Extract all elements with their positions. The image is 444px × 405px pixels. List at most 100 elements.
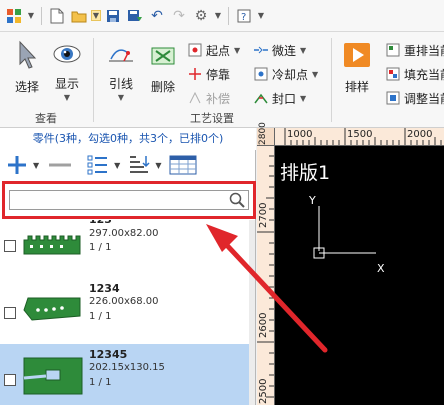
- compensate-label: 补偿: [206, 91, 231, 106]
- search-icon[interactable]: [229, 192, 245, 208]
- new-file-icon[interactable]: [47, 5, 67, 27]
- display-label: 显示: [54, 77, 79, 91]
- part-name: 123: [89, 220, 112, 226]
- cooling-point-label: 冷却点: [272, 67, 309, 82]
- seal-label: 封口: [272, 91, 297, 106]
- layout-sheet-title: 排版1: [280, 162, 331, 184]
- h-ruler-label: 2000: [407, 129, 433, 140]
- redo-icon[interactable]: ↷: [169, 5, 189, 27]
- stop-crosshair-icon: [186, 66, 204, 82]
- cooling-point-dropdown-icon[interactable]: ▼: [312, 70, 318, 79]
- select-label: 选择: [14, 80, 39, 94]
- start-point-button[interactable]: 起点 ▼: [186, 40, 240, 60]
- select-button[interactable]: 选择: [6, 38, 48, 102]
- remove-part-icon[interactable]: [47, 152, 73, 178]
- layout-button[interactable]: 排样: [336, 38, 378, 102]
- part-thumbnail: [23, 297, 81, 321]
- delete-label: 删除: [150, 80, 175, 94]
- save-icon[interactable]: [103, 5, 123, 27]
- sort-icon[interactable]: [128, 152, 150, 178]
- display-dropdown-icon[interactable]: ▼: [64, 93, 70, 102]
- lead-in-button[interactable]: 引线 ▼: [100, 38, 142, 102]
- parts-summary: 零件(3种，勾选0种，共3个，已排0个): [0, 128, 256, 150]
- open-folder-icon[interactable]: [69, 5, 89, 27]
- part-name: 1234: [89, 282, 120, 295]
- parts-list-scrollbar[interactable]: [249, 220, 255, 405]
- list-item[interactable]: 1234 226.00x68.00 1 / 1: [0, 278, 250, 338]
- parts-panel: 零件(3种，勾选0种，共3个，已排0个) ▼ ▼ ▼ 297.00x82.00 …: [0, 128, 256, 405]
- v-ruler-label: 2700: [258, 202, 269, 228]
- start-point-dropdown-icon[interactable]: ▼: [234, 46, 240, 55]
- checklist-dropdown-icon[interactable]: ▼: [114, 161, 120, 170]
- seal-button[interactable]: 封口 ▼: [252, 88, 306, 108]
- h-ruler-label: 1500: [347, 129, 373, 140]
- seal-icon: [252, 90, 270, 106]
- add-part-dropdown-icon[interactable]: ▼: [33, 161, 39, 170]
- app-menu-icon[interactable]: [4, 5, 24, 27]
- fill-icon: [384, 66, 402, 82]
- sort-dropdown-icon[interactable]: ▼: [155, 161, 161, 170]
- seal-dropdown-icon[interactable]: ▼: [300, 94, 306, 103]
- list-item[interactable]: 123 297.00x82.00 1 / 1: [0, 220, 250, 278]
- undo-icon[interactable]: ↶: [147, 5, 167, 27]
- v-ruler-label: 2800: [258, 122, 268, 145]
- part-count: 1 / 1: [89, 311, 112, 322]
- process-settings-group-title: 工艺设置: [190, 112, 234, 125]
- part-checkbox[interactable]: [4, 307, 16, 319]
- cursor-arrow-icon: [11, 38, 43, 72]
- divider: [331, 38, 332, 122]
- checklist-icon[interactable]: [87, 152, 109, 178]
- cooling-point-button[interactable]: 冷却点 ▼: [252, 64, 318, 84]
- save-as-icon[interactable]: [125, 5, 145, 27]
- lead-in-dropdown-icon[interactable]: ▼: [118, 93, 124, 102]
- fill-current-button[interactable]: 填充当前: [384, 64, 444, 84]
- vertical-ruler-ticks: [257, 155, 274, 398]
- adjust-current-button[interactable]: 调整当前: [384, 88, 444, 108]
- micro-connect-button[interactable]: 微连 ▼: [252, 40, 306, 60]
- parts-list: 123 297.00x82.00 1 / 1 1234 226.00x68.00…: [0, 220, 256, 405]
- y-axis-label: Y: [309, 194, 316, 207]
- stop-label: 停靠: [206, 67, 231, 82]
- relayout-label: 重排当前: [404, 43, 444, 58]
- settings-gear-icon[interactable]: ⚙: [191, 5, 211, 27]
- micro-connect-label: 微连: [272, 43, 297, 58]
- svg-text:?: ?: [241, 12, 246, 23]
- settings-dropdown-icon[interactable]: ▼: [213, 11, 223, 20]
- help-icon[interactable]: ?: [234, 5, 254, 27]
- list-item[interactable]: 12345 202.15x130.15 1 / 1: [0, 344, 250, 405]
- adjust-label: 调整当前: [404, 91, 444, 106]
- table-view-icon[interactable]: [169, 152, 197, 178]
- app-menu-dropdown-icon[interactable]: ▼: [26, 11, 36, 20]
- part-checkbox[interactable]: [4, 240, 16, 252]
- help-dropdown-icon[interactable]: ▼: [256, 11, 266, 20]
- fill-label: 填充当前: [404, 67, 444, 82]
- vertical-ruler: 2700 2600 2500: [257, 146, 275, 405]
- view-group: 选择 显示 ▼ 查看: [0, 32, 92, 128]
- micro-connect-dropdown-icon[interactable]: ▼: [300, 46, 306, 55]
- part-count: 1 / 1: [89, 377, 112, 388]
- open-dropdown-icon[interactable]: ▼: [91, 10, 101, 21]
- layout-label: 排样: [344, 80, 369, 94]
- part-dimensions: 202.15x130.15: [89, 362, 165, 373]
- add-part-icon[interactable]: [6, 152, 28, 178]
- part-checkbox[interactable]: [4, 374, 16, 386]
- delete-button[interactable]: 删除: [142, 38, 184, 102]
- layout-play-icon: [341, 38, 373, 72]
- ruler-corner: 2800: [257, 122, 275, 146]
- cooling-point-icon: [252, 66, 270, 82]
- part-dimensions: 226.00x68.00: [89, 296, 159, 307]
- stop-button[interactable]: 停靠: [186, 64, 230, 84]
- part-search-input[interactable]: [9, 190, 249, 210]
- quick-access-toolbar: ▼ ▼ ↶ ↷ ⚙ ▼ ? ▼: [0, 0, 444, 32]
- part-thumbnail: [23, 235, 81, 255]
- part-dimensions: 297.00x82.00: [89, 228, 159, 239]
- display-button[interactable]: 显示 ▼: [46, 38, 88, 102]
- lead-line-icon: [105, 38, 137, 69]
- view-group-title: 查看: [35, 112, 57, 125]
- relayout-current-button[interactable]: 重排当前: [384, 40, 444, 60]
- h-ruler-label: 1000: [287, 129, 313, 140]
- compensate-button[interactable]: 补偿: [186, 88, 230, 108]
- start-point-label: 起点: [206, 43, 231, 58]
- part-name: 12345: [89, 348, 128, 361]
- compensate-icon: [186, 90, 204, 106]
